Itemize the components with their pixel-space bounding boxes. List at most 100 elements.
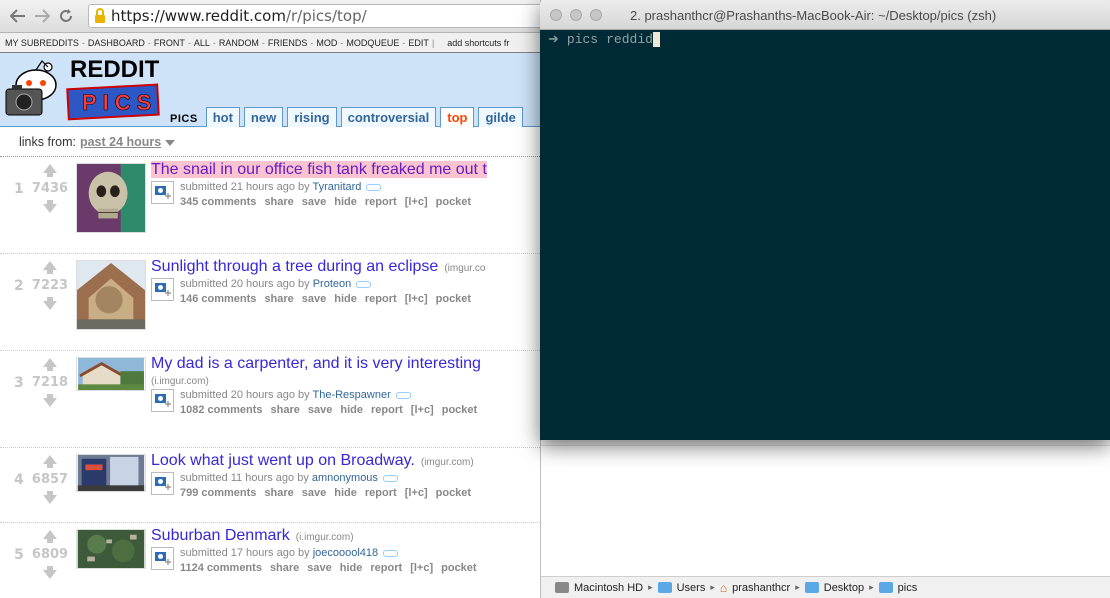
upvote-arrow-icon[interactable] <box>43 358 57 371</box>
hide-link[interactable]: hide <box>334 196 357 208</box>
post-author[interactable]: Proteon <box>313 278 352 290</box>
user-tag-icon[interactable] <box>383 549 399 557</box>
save-link[interactable]: save <box>302 487 326 499</box>
post-author[interactable]: Tyranitard <box>313 181 362 193</box>
report-link[interactable]: report <box>365 487 397 499</box>
report-link[interactable]: report <box>365 293 397 305</box>
path-desktop[interactable]: Desktop <box>824 582 864 594</box>
share-link[interactable]: share <box>264 196 293 208</box>
tab-top[interactable]: top <box>440 107 475 128</box>
expando-button[interactable] <box>151 472 174 495</box>
share-link[interactable]: share <box>271 404 300 416</box>
hide-link[interactable]: hide <box>340 404 363 416</box>
sr-link-edit[interactable]: EDIT <box>408 38 429 48</box>
comments-link[interactable]: 799 comments <box>180 487 256 499</box>
path-macintosh-hd[interactable]: Macintosh HD <box>574 582 643 594</box>
sr-link-front[interactable]: FRONT <box>154 38 185 48</box>
upvote-arrow-icon[interactable] <box>43 261 57 274</box>
link-comments-link[interactable]: [l+c] <box>410 562 433 574</box>
path-home[interactable]: prashanthcr <box>732 582 790 594</box>
close-window-button[interactable] <box>550 9 562 21</box>
subreddit-name[interactable]: PICS <box>166 113 202 127</box>
link-comments-link[interactable]: [l+c] <box>405 293 428 305</box>
terminal-content[interactable]: ➜ pics reddid <box>540 30 1110 440</box>
sr-link-all[interactable]: ALL <box>194 38 210 48</box>
post-author[interactable]: joecooool418 <box>313 547 378 559</box>
pocket-link[interactable]: pocket <box>436 293 471 305</box>
share-link[interactable]: share <box>264 293 293 305</box>
sr-link-mod[interactable]: MOD <box>316 38 337 48</box>
downvote-arrow-icon[interactable] <box>43 394 57 407</box>
pocket-link[interactable]: pocket <box>436 196 471 208</box>
expando-button[interactable] <box>151 389 174 412</box>
upvote-arrow-icon[interactable] <box>43 455 57 468</box>
terminal-window[interactable]: 2. prashanthcr@Prashanths-MacBook-Air: ~… <box>540 0 1110 440</box>
post-title[interactable]: Sunlight through a tree during an eclips… <box>151 258 438 275</box>
pocket-link[interactable]: pocket <box>441 562 476 574</box>
sr-link-friends[interactable]: FRIENDS <box>268 38 308 48</box>
save-link[interactable]: save <box>302 196 326 208</box>
comments-link[interactable]: 1082 comments <box>180 404 263 416</box>
save-link[interactable]: save <box>302 293 326 305</box>
sr-link-random[interactable]: RANDOM <box>219 38 259 48</box>
post-author[interactable]: The-Respawner <box>313 389 391 401</box>
tab-gilded[interactable]: gilde <box>478 107 523 127</box>
reddit-pics-logo[interactable]: REDDIT PICS <box>2 55 162 121</box>
post-domain[interactable]: (imgur.co <box>444 263 485 274</box>
user-tag-icon[interactable] <box>366 183 382 191</box>
downvote-arrow-icon[interactable] <box>43 297 57 310</box>
tab-new[interactable]: new <box>243 107 284 127</box>
sr-link-dashboard[interactable]: DASHBOARD <box>88 38 145 48</box>
link-comments-link[interactable]: [l+c] <box>405 196 428 208</box>
post-thumbnail[interactable] <box>76 529 146 569</box>
terminal-titlebar[interactable]: 2. prashanthcr@Prashanths-MacBook-Air: ~… <box>540 0 1110 30</box>
tab-rising[interactable]: rising <box>287 107 337 127</box>
post-title[interactable]: The snail in our office fish tank freake… <box>151 161 487 178</box>
zoom-window-button[interactable] <box>590 9 602 21</box>
downvote-arrow-icon[interactable] <box>43 491 57 504</box>
sr-link-my-subreddits[interactable]: MY SUBREDDITS <box>5 38 79 48</box>
share-link[interactable]: share <box>264 487 293 499</box>
tab-hot[interactable]: hot <box>205 107 240 127</box>
post-author[interactable]: amnonymous <box>312 472 378 484</box>
user-tag-icon[interactable] <box>395 391 411 399</box>
post-title[interactable]: Suburban Denmark <box>151 527 290 544</box>
post-thumbnail[interactable] <box>76 454 146 492</box>
link-comments-link[interactable]: [l+c] <box>411 404 434 416</box>
share-link[interactable]: share <box>270 562 299 574</box>
post-domain[interactable]: (i.imgur.com) <box>151 376 560 387</box>
comments-link[interactable]: 345 comments <box>180 196 256 208</box>
tab-controversial[interactable]: controversial <box>340 107 437 127</box>
save-link[interactable]: save <box>308 404 332 416</box>
minimize-window-button[interactable] <box>570 9 582 21</box>
expando-button[interactable] <box>151 181 174 204</box>
post-title[interactable]: My dad is a carpenter, and it is very in… <box>151 355 481 372</box>
report-link[interactable]: report <box>370 562 402 574</box>
link-comments-link[interactable]: [l+c] <box>405 487 428 499</box>
pocket-link[interactable]: pocket <box>442 404 477 416</box>
path-pics[interactable]: pics <box>898 582 918 594</box>
post-thumbnail[interactable] <box>76 260 146 330</box>
path-users[interactable]: Users <box>677 582 706 594</box>
address-bar[interactable]: https://www.reddit.com/r/pics/top/ <box>88 4 548 28</box>
hide-link[interactable]: hide <box>340 562 363 574</box>
user-tag-icon[interactable] <box>382 474 398 482</box>
reload-button[interactable] <box>56 5 76 27</box>
add-shortcuts-link[interactable]: add shortcuts fr <box>447 38 509 48</box>
expando-button[interactable] <box>151 547 174 570</box>
upvote-arrow-icon[interactable] <box>43 164 57 177</box>
dropdown-caret-icon[interactable] <box>165 139 176 146</box>
save-link[interactable]: save <box>307 562 331 574</box>
post-domain[interactable]: (i.imgur.com) <box>296 532 354 543</box>
post-thumbnail[interactable] <box>76 357 146 391</box>
hide-link[interactable]: hide <box>334 487 357 499</box>
comments-link[interactable]: 146 comments <box>180 293 256 305</box>
time-filter-dropdown[interactable]: past 24 hours <box>80 135 161 149</box>
comments-link[interactable]: 1124 comments <box>180 562 262 574</box>
post-domain[interactable]: (imgur.com) <box>421 457 474 468</box>
post-thumbnail[interactable] <box>76 163 146 233</box>
post-title[interactable]: Look what just went up on Broadway. <box>151 452 415 469</box>
pocket-link[interactable]: pocket <box>436 487 471 499</box>
expando-button[interactable] <box>151 278 174 301</box>
hide-link[interactable]: hide <box>334 293 357 305</box>
